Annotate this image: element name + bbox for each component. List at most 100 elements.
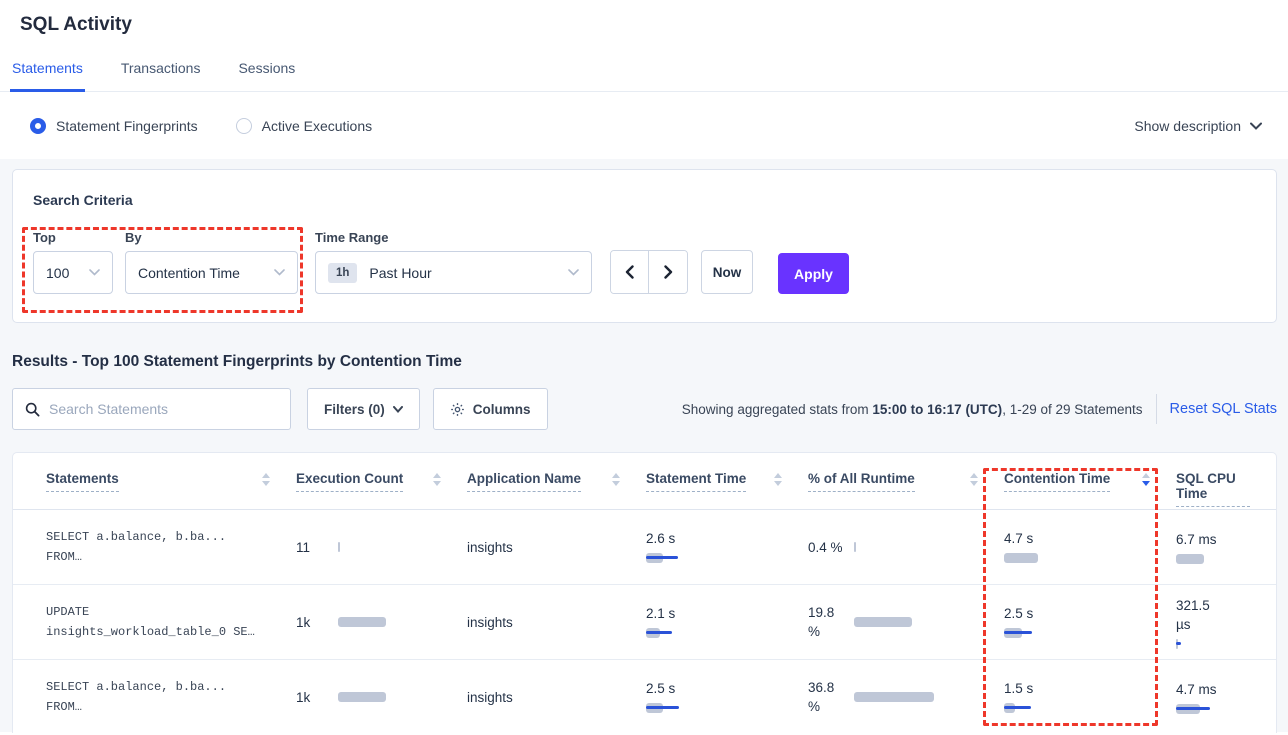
pct-runtime-bar [854,692,944,702]
sql-cpu-time-cell: 321.5 µs [1176,596,1276,649]
statements-table: Statements Execution Count Application Nam… [12,452,1277,733]
tab-statements[interactable]: Statements [10,58,85,92]
execution-count-cell: 11 [296,540,467,555]
application-name-cell: insights [467,540,646,555]
sql-cpu-time-cell: 6.7 ms [1176,530,1276,564]
next-time-button[interactable] [649,251,687,293]
statement-text-line2: insights_workload_table_0 SE… [46,622,296,642]
contention-time-cell: 4.7 s [1004,531,1176,563]
pct-runtime-bar [854,617,944,627]
pct-runtime-value: 36.8 % [808,678,848,716]
statement-cell[interactable]: UPDATEinsights_workload_table_0 SE… [46,602,296,642]
top-label: Top [33,230,113,245]
column-header-statement-time[interactable]: Statement Time [646,471,808,492]
column-header-label[interactable]: Application Name [467,471,581,492]
application-name-cell: insights [467,615,646,630]
top-select[interactable]: 100 [33,251,113,294]
contention-time-bar [1004,553,1176,563]
statement-time-cell: 2.5 s [646,681,808,713]
time-range-badge: 1h [328,263,357,283]
sql-cpu-time-bar [1176,704,1276,714]
statement-text-line1: UPDATE [46,602,296,622]
statement-time-bar [646,628,808,638]
pct-runtime-value: 0.4 % [808,538,848,557]
column-header-execution-count[interactable]: Execution Count [296,471,467,492]
filters-button[interactable]: Filters (0) [307,388,420,430]
column-header-of-all-runtime[interactable]: % of All Runtime [808,471,1004,492]
sort-icon[interactable] [774,471,782,486]
show-description-label: Show description [1134,118,1241,134]
column-header-application-name[interactable]: Application Name [467,471,646,492]
column-header-contention-time[interactable]: Contention Time [1004,471,1176,492]
sort-icon[interactable] [1142,471,1150,486]
tab-transactions[interactable]: Transactions [119,58,203,91]
filters-label: Filters (0) [324,402,385,417]
chevron-down-icon [1250,122,1262,130]
statement-cell[interactable]: SELECT a.balance, b.ba...FROM… [46,677,296,717]
vertical-divider [1156,394,1157,424]
top-field: Top 100 [33,230,113,294]
tab-sessions[interactable]: Sessions [236,58,297,91]
statement-time-cell: 2.1 s [646,606,808,638]
sort-icon[interactable] [433,471,441,486]
results-heading: Results - Top 100 Statement Fingerprints… [12,353,1277,371]
column-header-label[interactable]: SQL CPU Time [1176,471,1250,507]
execution-count-value: 11 [296,540,338,555]
radio-unselected-icon[interactable] [236,118,252,134]
page-title: SQL Activity [0,0,1288,36]
by-field: By Contention Time [125,230,298,294]
by-value: Contention Time [138,265,240,281]
reset-sql-stats-link[interactable]: Reset SQL Stats [1170,401,1277,417]
search-statements-input[interactable] [49,401,278,417]
column-header-statements[interactable]: Statements [46,471,296,492]
statement-time-value: 2.5 s [646,681,808,696]
chevron-down-icon [89,269,100,276]
top-value: 100 [46,265,69,281]
column-header-label[interactable]: Contention Time [1004,471,1110,492]
by-label: By [125,230,298,245]
column-header-sql-cpu-time[interactable]: SQL CPU Time [1176,471,1276,507]
previous-time-button[interactable] [611,251,649,293]
column-header-label[interactable]: % of All Runtime [808,471,915,492]
now-button[interactable]: Now [701,250,753,294]
sort-icon[interactable] [612,471,620,486]
sort-icon[interactable] [970,471,978,486]
statement-time-value: 2.6 s [646,531,808,546]
sql-cpu-time-cell: 4.7 ms [1176,680,1276,714]
by-select[interactable]: Contention Time [125,251,298,294]
statement-text-line2: FROM… [46,547,296,567]
application-name-cell: insights [467,690,646,705]
statement-time-bar [646,553,808,563]
sql-cpu-time-value: 321.5 µs [1176,596,1224,634]
application-name-value: insights [467,540,513,555]
radio-label: Active Executions [262,118,373,134]
execution-count-cell: 1k [296,615,467,630]
radio-label: Statement Fingerprints [56,118,198,134]
tab-bar: Statements Transactions Sessions [0,58,1288,92]
execution-count-bar [338,692,398,702]
show-description-toggle[interactable]: Show description [1134,118,1262,134]
time-range-label: Time Range [315,230,592,245]
view-toggle-bar: Statement Fingerprints Active Executions… [0,92,1288,159]
sort-icon[interactable] [262,471,270,486]
apply-button[interactable]: Apply [778,253,849,294]
column-header-label[interactable]: Statements [46,471,119,492]
radio-statement-fingerprints[interactable]: Statement Fingerprints [30,118,198,134]
search-criteria-title: Search Criteria [33,192,1256,208]
column-header-label[interactable]: Statement Time [646,471,746,492]
statement-cell[interactable]: SELECT a.balance, b.ba...FROM… [46,527,296,567]
pct-runtime-cell: 19.8 % [808,603,1004,641]
columns-button[interactable]: Columns [433,388,548,430]
time-range-select[interactable]: 1h Past Hour [315,251,592,294]
application-name-value: insights [467,615,513,630]
column-header-label[interactable]: Execution Count [296,471,403,492]
sql-cpu-time-value: 6.7 ms [1176,530,1217,549]
search-criteria-card: Search Criteria Top 100 By Contention Ti… [12,169,1277,323]
execution-count-bar [338,542,398,552]
search-statements-box[interactable] [12,388,291,430]
pct-runtime-value: 19.8 % [808,603,848,641]
radio-selected-icon[interactable] [30,118,46,134]
sql-cpu-time-bar [1176,554,1276,564]
radio-active-executions[interactable]: Active Executions [236,118,373,134]
statement-time-value: 2.1 s [646,606,808,621]
